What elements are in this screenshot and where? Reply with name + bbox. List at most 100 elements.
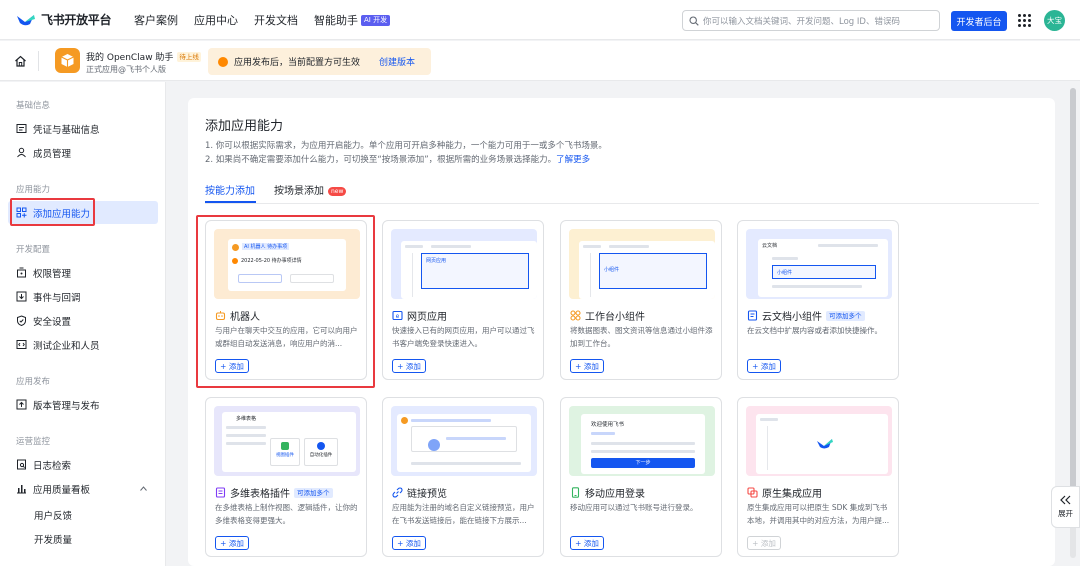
add-button[interactable]: + 添加	[392, 536, 426, 550]
shield-icon	[17, 315, 26, 326]
test-icon	[16, 340, 27, 349]
preview-card	[411, 426, 517, 452]
expand-label: 展开	[1058, 509, 1073, 518]
capability-card-web-app[interactable]: 网页应用 e 网页应用 快速接入已有的网页应用，用户可以通过飞书客户端免登录快速…	[382, 220, 544, 380]
sidebar-item-logs[interactable]: 日志检索	[8, 453, 158, 476]
mock-bar	[591, 432, 615, 435]
plugin-label: 自动化插件	[309, 453, 333, 458]
app-grid-icon[interactable]	[1018, 14, 1031, 27]
mock-bar	[226, 426, 266, 429]
feishu-open-platform-logo[interactable]: 飞书开放平台	[16, 11, 116, 28]
add-button[interactable]: + 添加	[215, 536, 249, 550]
nav-customer-cases[interactable]: 客户案例	[134, 12, 178, 28]
chevron-up-icon[interactable]	[140, 486, 147, 491]
card-title-text: 链接预览	[407, 489, 447, 500]
mobile-title: 欢迎使用飞书	[591, 422, 625, 428]
svg-text:e: e	[396, 313, 400, 320]
box-icon	[61, 54, 74, 67]
sidebar-item-label: 权限管理	[33, 268, 72, 280]
card-title-text: 移动应用登录	[585, 489, 645, 500]
developer-console-button[interactable]: 开发者后台	[951, 11, 1007, 31]
mock-bar	[226, 442, 266, 445]
sidebar-item-versions[interactable]: 版本管理与发布	[8, 393, 158, 416]
capability-card-mobile-login[interactable]: 欢迎使用飞书 下一步 移动应用登录 移动应用可以通过飞书账号进行登录。 + 添加	[560, 397, 722, 557]
active-tab-indicator	[205, 201, 256, 203]
card-description: 在云文档中扩展内容或者添加快捷操作。	[747, 326, 882, 335]
sidebar-item-quality[interactable]: 应用质量看板	[8, 477, 158, 500]
sidebar-item-security[interactable]: 安全设置	[8, 309, 158, 332]
capability-card-bitable-plugin[interactable]: 多维表格 视图插件 自动化插件 多维表格插件 可添加多个 在多维表格上制作视图、…	[205, 397, 367, 557]
doc-head: 云文档	[762, 243, 778, 249]
add-button[interactable]: + 添加	[392, 359, 426, 373]
sidebar-item-label: 事件与回调	[33, 292, 81, 304]
capability-card-native-integration[interactable]: 原生集成应用 原生集成应用可以把原生 SDK 集成到飞书本地，并调用其中的对应方…	[737, 397, 899, 557]
mock-bar	[411, 419, 491, 422]
card-description: 移动应用可以通过飞书账号进行登录。	[570, 503, 698, 512]
scrollbar-thumb[interactable]	[1070, 88, 1076, 508]
widget-mock: 小组件	[579, 241, 715, 299]
tab-by-scenario[interactable]: 按场景添加 new	[274, 182, 347, 197]
link-preview-thumbnail	[391, 406, 537, 476]
nav-smart-assistant[interactable]: 智能助手 AI 开发	[314, 12, 391, 28]
create-version-link[interactable]: 创建版本	[379, 55, 415, 68]
highlight-box	[10, 198, 95, 226]
card-title-text: 原生集成应用	[762, 489, 822, 500]
capability-card-doc-widget[interactable]: 云文档 小组件 云文档小组件 可添加多个 在云文档中扩展内容或者添加快捷操作。 …	[737, 220, 899, 380]
sidebar-item-feedback[interactable]: 用户反馈	[34, 508, 72, 522]
tab-by-capability[interactable]: 按能力添加	[205, 182, 255, 197]
capability-card-workplace-widget[interactable]: 小组件 工作台小组件 将数据图表、图文资讯等信息通过小组件添加到工作台。 + 添…	[560, 220, 722, 380]
native-mock	[756, 414, 888, 474]
mobile-icon	[571, 487, 580, 498]
doc-mock: 云文档 小组件	[758, 239, 888, 297]
capability-card-link-preview[interactable]: 链接预览 应用能为注册的域名自定义链接预览，用户在飞书发送链接后，能在链接下方展…	[382, 397, 544, 557]
sidebar-item-members[interactable]: 成员管理	[8, 141, 158, 164]
credentials-icon	[16, 124, 27, 133]
description-text: 2. 如果尚不确定需要添加什么能力，可切换至“按场景添加”，根据所需的业务场景选…	[205, 155, 557, 165]
learn-more-link[interactable]: 了解更多	[556, 155, 590, 165]
sidebar-item-label: 成员管理	[33, 148, 72, 160]
app-icon[interactable]	[55, 48, 80, 73]
sidebar-item-test-org[interactable]: 测试企业和人员	[8, 333, 158, 356]
card-title: 工作台小组件	[570, 308, 645, 323]
card-description: 应用能为注册的域名自定义链接预览，用户在飞书发送链接后，能在链接下方展示...	[392, 503, 535, 525]
user-avatar[interactable]: 大宝	[1044, 10, 1065, 31]
doc-icon	[747, 310, 758, 321]
sidebar: 基础信息 凭证与基础信息 成员管理 应用能力 添加应用能力 开发配置 权限管理 …	[0, 82, 166, 566]
nav-dev-docs[interactable]: 开发文档	[254, 12, 298, 28]
status-badge: 待上线	[177, 52, 201, 62]
member-icon	[17, 147, 26, 158]
doc-tag: 小组件	[777, 270, 793, 276]
expand-panel-button[interactable]: 展开	[1051, 486, 1080, 528]
mock-frame: 网页应用	[421, 253, 529, 289]
top-navigation: 飞书开放平台 客户案例 应用中心 开发文档 智能助手 AI 开发 你可以输入文档关…	[0, 0, 1080, 40]
sidebar-item-events[interactable]: 事件与回调	[8, 285, 158, 308]
sidebar-item-permissions[interactable]: 权限管理	[8, 261, 158, 284]
nav-links: 客户案例 应用中心 开发文档 智能助手 AI 开发	[134, 12, 391, 28]
search-input[interactable]: 你可以输入文档关键词、开发问题、Log ID、错误码	[682, 10, 940, 31]
home-icon[interactable]	[14, 55, 27, 67]
mock-bar	[446, 437, 506, 440]
avatar-icon	[401, 417, 408, 424]
mock-frame: 小组件	[772, 265, 876, 279]
bitable-head: 多维表格	[236, 416, 257, 422]
app-name: 我的 OpenClaw 助手 待上线	[86, 50, 201, 63]
sidebar-item-label: 应用质量看板	[33, 484, 91, 496]
ai-dev-badge: AI 开发	[361, 14, 391, 26]
card-title-text: 工作台小组件	[585, 312, 645, 323]
card-title: 移动应用登录	[570, 485, 645, 500]
nav-app-center[interactable]: 应用中心	[194, 12, 238, 28]
chat-mock	[397, 414, 531, 472]
notice-text: 应用发布后，当前配置方可生效	[234, 58, 361, 68]
plugin-card: 视图插件	[270, 438, 300, 466]
card-title: 原生集成应用	[747, 485, 822, 500]
add-button[interactable]: + 添加	[570, 536, 604, 550]
add-button[interactable]: + 添加	[747, 359, 781, 373]
double-chevron-left-icon	[1060, 495, 1071, 505]
sidebar-group-release: 应用发布	[16, 377, 51, 387]
mock-bar	[591, 442, 695, 445]
add-button[interactable]: + 添加	[570, 359, 604, 373]
chart-icon	[17, 485, 26, 494]
sidebar-item-dev-quality[interactable]: 开发质量	[34, 532, 72, 546]
bitable-thumbnail: 多维表格 视图插件 自动化插件	[214, 406, 360, 476]
sidebar-item-credentials[interactable]: 凭证与基础信息	[8, 117, 158, 140]
